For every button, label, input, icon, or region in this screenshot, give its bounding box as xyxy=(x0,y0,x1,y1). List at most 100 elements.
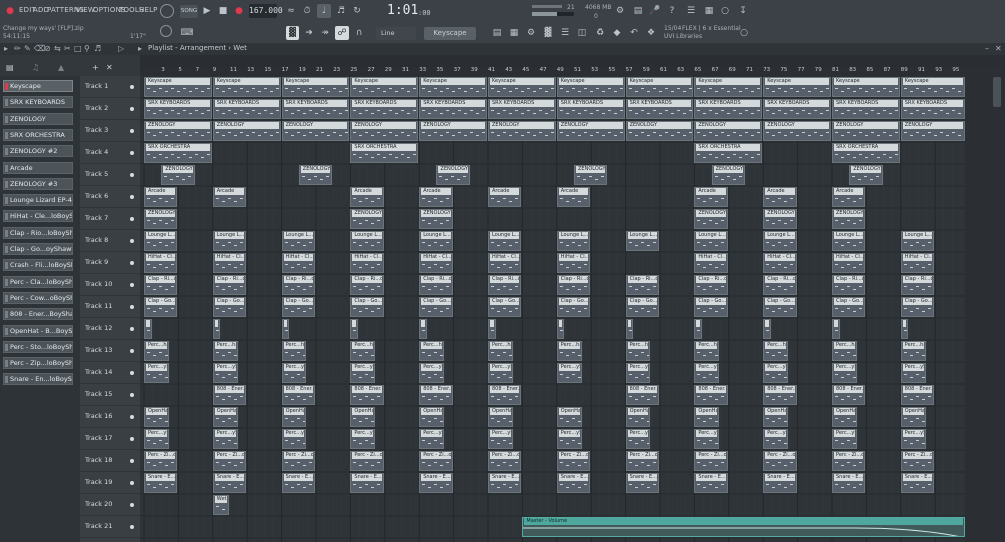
pattern-clip[interactable]: SRX ORCHESTRA xyxy=(350,143,419,163)
pattern-clip[interactable]: Snare - E...BoyShawty xyxy=(556,473,591,493)
picker-item[interactable]: ZENOLOGY #3 xyxy=(3,177,73,190)
song-mode-button[interactable]: SONG xyxy=(180,5,198,18)
pattern-clip[interactable]: HiHat - Cl...BoyShawty xyxy=(212,253,247,273)
loop-record-icon[interactable]: ↻ xyxy=(350,4,364,18)
track-mute-led[interactable] xyxy=(130,283,134,287)
pattern-clip[interactable]: Perc...hawty xyxy=(694,341,720,361)
track-header[interactable]: Track 4 xyxy=(80,142,140,164)
track-header[interactable]: Track 13 xyxy=(80,340,140,362)
vertical-scroll-thumb[interactable] xyxy=(993,77,1001,107)
pattern-clip[interactable]: Perc...yShawty xyxy=(488,363,513,383)
blend-notes-icon[interactable]: ♬ xyxy=(334,4,348,18)
pattern-clip[interactable]: SRX KEYBOARDS xyxy=(488,99,556,119)
pattern-clip[interactable] xyxy=(694,319,702,339)
pattern-clip[interactable]: 808 - Ener...BoyShawty_5 xyxy=(350,385,384,405)
plugin-database-icon[interactable]: ◫ xyxy=(575,26,589,40)
pattern-select[interactable]: Keyscape xyxy=(424,27,476,40)
track-mute-led[interactable] xyxy=(130,459,134,463)
pattern-clip[interactable] xyxy=(832,319,840,339)
pattern-clip[interactable]: Keyscape xyxy=(832,77,900,97)
pattern-clip[interactable]: HiHat - Cl...BoyShawty xyxy=(763,253,797,273)
pattern-clip[interactable]: SRX KEYBOARDS xyxy=(350,99,419,119)
pattern-clip[interactable]: 808 - Ener...BoyShawty_5 xyxy=(419,385,453,405)
track-header[interactable]: Track 15 xyxy=(80,384,140,406)
pattern-clip[interactable] xyxy=(281,319,290,339)
pattern-clip[interactable]: HiHat - Cl...BoyShawty xyxy=(488,253,522,273)
pattern-clip[interactable]: Clap - Ri...oloBoyShawty xyxy=(144,275,178,295)
track-header[interactable]: Track 5 xyxy=(80,164,140,186)
pattern-clip[interactable]: Perc...yShawty xyxy=(212,363,238,383)
pattern-clip[interactable]: Clap - Go...yShawty.wav xyxy=(488,297,522,317)
pattern-clip[interactable]: ZENOLOGY #2 xyxy=(298,165,333,185)
pattern-clip[interactable]: Clap - Ri...oloBoyShawty xyxy=(419,275,453,295)
pattern-clip[interactable]: Perc...yShawty xyxy=(625,363,651,383)
pattern-clip[interactable]: Lounge L...rd EP-4 xyxy=(832,231,866,251)
pattern-clip[interactable]: ZENOLOGY #2 xyxy=(711,165,745,185)
pattern-clip[interactable]: OpenHat...hawty xyxy=(144,407,169,427)
track-mute-led[interactable] xyxy=(130,437,134,441)
pattern-clip[interactable]: Perc...yShawty xyxy=(350,363,376,383)
pattern-clip[interactable]: Perc...yShawty xyxy=(144,429,169,449)
pattern-clip[interactable]: ZENOLOGY xyxy=(832,121,900,141)
pattern-clip[interactable]: Keyscape xyxy=(350,77,419,97)
pattern-clip[interactable]: Perc...yShawty xyxy=(556,363,582,383)
track-mute-led[interactable] xyxy=(130,195,134,199)
pattern-clip[interactable]: Lounge L...rd EP-4 xyxy=(212,231,247,251)
pattern-clip[interactable]: Clap - Go...yShawty.wav xyxy=(556,297,591,317)
minimize-icon[interactable]: – xyxy=(985,43,989,55)
pattern-clip[interactable]: Perc...hawty xyxy=(556,341,582,361)
pattern-clip[interactable]: ZENOLOGY #3 xyxy=(144,209,178,229)
automation-clip[interactable]: Master - Volume xyxy=(522,517,965,537)
pattern-clip[interactable]: ZENOLOGY #2 xyxy=(436,165,470,185)
pattern-clip[interactable]: Clap - Go...yShawty.wav xyxy=(350,297,384,317)
track-mute-led[interactable] xyxy=(130,129,134,133)
pattern-clip[interactable]: Perc...yShawty xyxy=(900,429,926,449)
pattern-clip[interactable]: Snare - E...BoyShawty xyxy=(212,473,247,493)
close-icon[interactable]: ✕ xyxy=(995,43,1002,55)
vertical-scrollbar[interactable] xyxy=(965,67,1005,542)
pattern-clip[interactable]: Snare - E...BoyShawty xyxy=(625,473,659,493)
pattern-clip[interactable]: Clap - Ri...oloBoyShawty xyxy=(281,275,315,295)
picker-item[interactable]: Snare - En...loBoyShawty xyxy=(3,373,73,386)
memory-icon[interactable]: ▤ xyxy=(631,4,645,18)
track-mute-led[interactable] xyxy=(130,261,134,265)
pattern-clip[interactable] xyxy=(144,319,152,339)
metronome-icon[interactable]: ≈ xyxy=(284,4,298,18)
track-header[interactable]: Track 16 xyxy=(80,406,140,428)
pattern-clip[interactable]: Clap - Ri...oloBoyShawty xyxy=(694,275,728,295)
pattern-clip[interactable]: Snare - E...BoyShawty xyxy=(763,473,797,493)
pattern-clip[interactable]: Keyscape xyxy=(763,77,831,97)
picker-item[interactable]: Clap - Go...oyShawty.wav xyxy=(3,243,73,255)
picker-item[interactable]: Lounge Lizard EP-4 xyxy=(3,194,73,207)
pattern-clip[interactable] xyxy=(350,319,358,339)
hint-close-icon[interactable]: ○ xyxy=(737,26,751,40)
pattern-clip[interactable]: Perc - Zi...oloBoyShawty xyxy=(694,451,728,471)
pattern-clip[interactable]: SRX KEYBOARDS xyxy=(900,99,965,119)
pattern-clip[interactable]: Lounge L...rd EP-4 xyxy=(625,231,659,251)
pattern-clip[interactable]: SRX KEYBOARDS xyxy=(556,99,625,119)
pattern-clip[interactable]: OpenHat...hawty xyxy=(832,407,857,427)
tempo-display[interactable]: 167.000 xyxy=(249,4,283,18)
pattern-clip[interactable]: Clap - Go...yShawty.wav xyxy=(694,297,728,317)
picker-item[interactable]: HiHat - Cle...loBoyShawty xyxy=(3,210,73,223)
pattern-clip[interactable]: Snare - E...BoyShawty xyxy=(144,473,178,493)
time-display[interactable]: 1:01 :00 xyxy=(384,2,436,22)
pattern-clip[interactable]: SRX KEYBOARDS xyxy=(212,99,281,119)
undo-icon[interactable]: ↶ xyxy=(627,26,641,40)
pattern-clip[interactable]: Keyscape xyxy=(144,77,212,97)
pattern-clip[interactable]: Perc...hawty xyxy=(281,341,307,361)
pattern-clip[interactable]: Clap - Go...yShawty.wav xyxy=(832,297,866,317)
track-header[interactable]: Track 17 xyxy=(80,428,140,450)
pattern-clip[interactable]: ZENOLOGY xyxy=(488,121,556,141)
pattern-clip[interactable]: Perc...yShawty xyxy=(350,429,376,449)
pattern-clip[interactable]: Clap - Ri...oloBoyShawty xyxy=(900,275,935,295)
mixer-icon[interactable]: ⚙ xyxy=(524,26,538,40)
pattern-clip[interactable]: Arcade xyxy=(419,187,453,207)
pattern-clip[interactable]: Perc...yShawty xyxy=(694,363,720,383)
download-icon[interactable]: ↧ xyxy=(736,4,750,18)
pattern-clip[interactable]: Clap - Go...yShawty.wav xyxy=(763,297,797,317)
track-header[interactable]: Track 8 xyxy=(80,230,140,252)
pattern-clip[interactable]: Perc...hawty xyxy=(763,341,788,361)
pattern-clip[interactable]: Lounge L...rd EP-4 xyxy=(419,231,453,251)
pattern-clip[interactable] xyxy=(625,319,634,339)
